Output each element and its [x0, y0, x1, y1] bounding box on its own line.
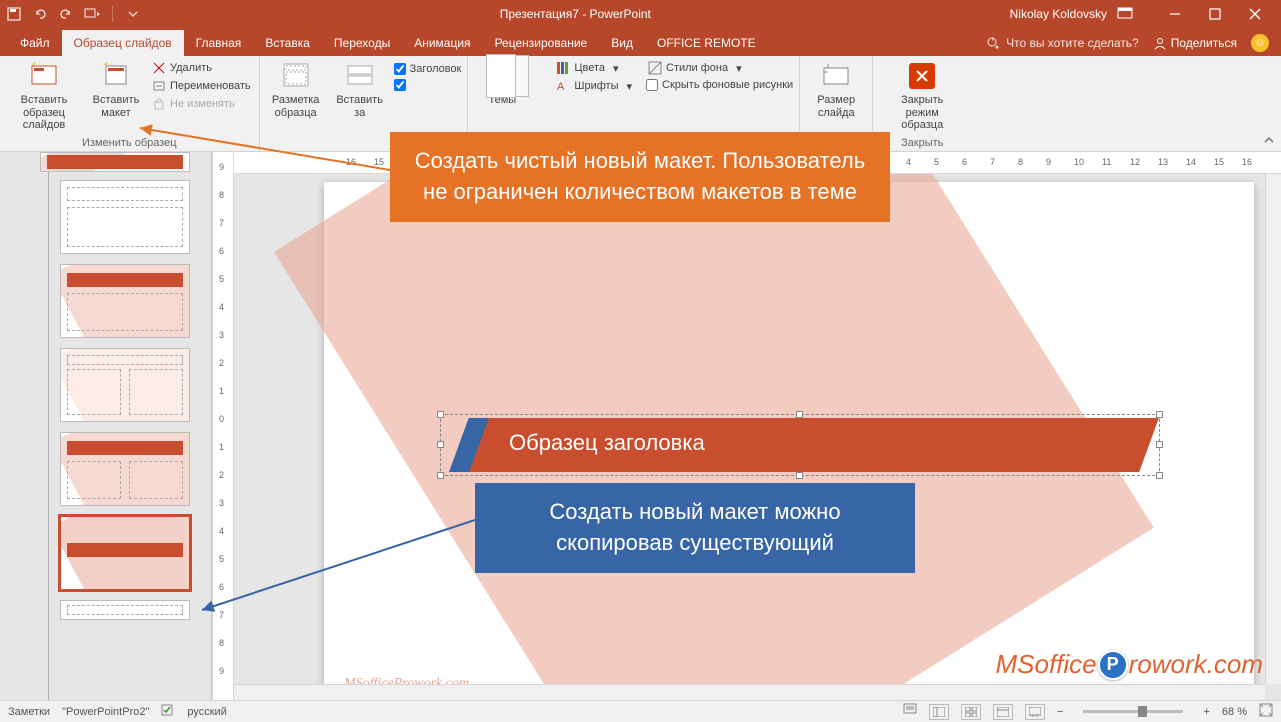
share-button[interactable]: Поделиться	[1153, 36, 1237, 50]
spellcheck-icon[interactable]	[161, 703, 175, 720]
ribbon-display-icon[interactable]	[1117, 7, 1133, 22]
horizontal-scrollbar[interactable]	[234, 684, 1265, 700]
background-styles-dropdown[interactable]: Стили фона▾	[646, 60, 793, 76]
start-from-beginning-icon[interactable]	[84, 6, 100, 22]
zoom-in-button[interactable]: +	[1203, 706, 1209, 718]
delete-button[interactable]: Удалить	[150, 60, 253, 76]
feedback-smiley-icon[interactable]: ☺	[1251, 34, 1269, 52]
colors-dropdown[interactable]: Цвета▾	[554, 60, 634, 76]
tab-review[interactable]: Рецензирование	[483, 30, 600, 56]
annotation-callout-1: Создать чистый новый макет. Пользователь…	[390, 132, 890, 222]
tab-animations[interactable]: Анимация	[402, 30, 482, 56]
status-language[interactable]: русский	[187, 706, 226, 718]
tab-slide-master[interactable]: Образец слайдов	[62, 30, 184, 56]
slide-watermark: MSofficeProwork.com	[344, 676, 469, 684]
reading-view-button[interactable]	[993, 704, 1013, 720]
vertical-ruler: /* numbers placed below via JS */ 987654…	[212, 152, 234, 700]
insert-slide-master-button[interactable]: Вставить образец слайдов	[6, 58, 82, 134]
workspace: /* numbers placed below via JS */ 987654…	[0, 152, 1281, 700]
footers-checkbox[interactable]	[394, 78, 462, 92]
minimize-button[interactable]	[1155, 0, 1195, 28]
master-thumbnail[interactable]	[40, 152, 190, 172]
collapse-ribbon-icon[interactable]	[1263, 134, 1275, 149]
status-notes[interactable]: Заметки	[8, 706, 50, 718]
status-theme: "PowerPointPro2"	[62, 706, 149, 718]
rename-button[interactable]: Переименовать	[150, 78, 253, 94]
fit-to-window-button[interactable]	[1259, 703, 1273, 720]
master-layout-button[interactable]: Разметка образца	[266, 58, 326, 121]
zoom-out-button[interactable]: −	[1057, 706, 1063, 718]
layout-thumbnail-3[interactable]	[60, 348, 190, 422]
canvas[interactable]: Образец заголовка P Нижний колонтитул MS…	[234, 174, 1265, 684]
layout-thumbnail-1[interactable]	[60, 180, 190, 254]
layout-thumbnail-2[interactable]	[60, 264, 190, 338]
qat-customize-icon[interactable]	[125, 6, 141, 22]
quick-access-toolbar	[6, 6, 141, 22]
save-icon[interactable]	[6, 6, 22, 22]
vertical-scrollbar[interactable]	[1265, 174, 1281, 684]
window-title: Презентация7 - PowerPoint	[141, 7, 1010, 21]
titlebar: Презентация7 - PowerPoint Nikolay Koldov…	[0, 0, 1281, 28]
layout-thumbnail-6[interactable]	[60, 600, 190, 620]
undo-icon[interactable]	[32, 6, 48, 22]
ribbon-group-edit-master: Вставить образец слайдов Вставить макет …	[0, 56, 260, 151]
layout-thumbnail-4[interactable]	[60, 432, 190, 506]
slide-thumbnails-panel	[0, 152, 212, 700]
image-watermark: MSofficeProwork.com	[995, 649, 1263, 680]
statusbar: Заметки "PowerPointPro2" русский − + 68 …	[0, 700, 1281, 722]
normal-view-button[interactable]	[929, 704, 949, 720]
tell-me-search[interactable]: Что вы хотите сделать?	[986, 36, 1139, 50]
slide-editor: 0112233445566778899101011111212131314141…	[234, 152, 1281, 700]
sorter-view-button[interactable]	[961, 704, 981, 720]
insert-placeholder-button[interactable]: Вставить за	[330, 58, 390, 121]
tab-view[interactable]: Вид	[599, 30, 645, 56]
fonts-dropdown[interactable]: AШрифты▾	[554, 78, 634, 94]
slide-size-button[interactable]: Размер слайда	[806, 58, 866, 121]
preserve-button: Не изменять	[150, 96, 253, 112]
tab-transitions[interactable]: Переходы	[322, 30, 402, 56]
title-checkbox[interactable]: Заголовок	[394, 62, 462, 76]
close-master-view-button[interactable]: Закрыть режим образца	[879, 58, 965, 134]
redo-icon[interactable]	[58, 6, 74, 22]
annotation-callout-2: Создать новый макет можно скопировав сущ…	[475, 483, 915, 573]
tab-home[interactable]: Главная	[184, 30, 254, 56]
hide-bg-checkbox[interactable]: Скрыть фоновые рисунки	[646, 78, 793, 92]
notes-button-icon[interactable]	[903, 703, 917, 720]
maximize-button[interactable]	[1195, 0, 1235, 28]
svg-text:A: A	[557, 81, 565, 93]
tab-insert[interactable]: Вставка	[253, 30, 322, 56]
slide[interactable]: Образец заголовка P Нижний колонтитул MS…	[324, 182, 1254, 684]
tab-file[interactable]: Файл	[8, 30, 62, 56]
ribbon-tabs: Файл Образец слайдов Главная Вставка Пер…	[0, 28, 1281, 56]
user-name[interactable]: Nikolay Koldovsky	[1010, 7, 1107, 21]
layout-thumbnail-5-selected[interactable]	[60, 516, 190, 590]
close-button[interactable]	[1235, 0, 1275, 28]
title-placeholder[interactable]: Образец заголовка	[449, 418, 1149, 472]
zoom-level[interactable]: 68 %	[1222, 706, 1247, 718]
tab-office-remote[interactable]: OFFICE REMOTE	[645, 30, 768, 56]
insert-layout-button[interactable]: Вставить макет	[86, 58, 146, 121]
zoom-slider[interactable]	[1083, 710, 1183, 713]
themes-button[interactable]: Темы	[474, 58, 530, 109]
slideshow-view-button[interactable]	[1025, 704, 1045, 720]
